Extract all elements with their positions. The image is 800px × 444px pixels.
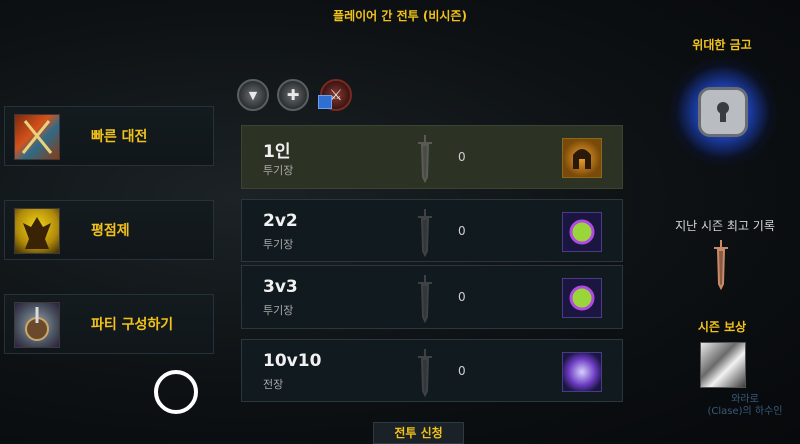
quick-match-label: 빠른 대전 [91,129,148,145]
reward-caption-line2: (Clase)의 하수인 [707,406,783,417]
bracket-type: 투기장 [263,238,294,251]
last-season-title: 지난 시즌 최고 기록 [675,219,775,233]
great-vault-title: 위대한 금고 [692,38,752,52]
bracket-type: 투기장 [263,304,294,317]
great-vault-button[interactable] [668,57,778,167]
loading-ring-icon [154,370,198,414]
healer-role-icon: ✚ [286,86,300,104]
bracket-count: 0 [458,363,466,378]
form-party-label: 파티 구성하기 [91,317,174,333]
rank-orb-icon [562,212,602,252]
champion-warrior-icon [14,208,60,254]
season-reward-mount-icon[interactable] [700,342,746,388]
bracket-row-10v10[interactable]: 10v10 전장 0 [241,339,623,402]
rated-button[interactable]: 평점제 [4,200,214,260]
vault-lock-icon [698,87,748,137]
damage-role-checkbox[interactable] [318,95,332,109]
sword-icon [418,275,432,323]
sword-icon [418,209,432,257]
quick-match-button[interactable]: 빠른 대전 [4,106,214,166]
bracket-row-solo[interactable]: 1인 투기장 0 [241,125,623,189]
bracket-type: 투기장 [263,164,294,177]
page-title: 플레이어 간 전투 (비시즌) [333,9,467,23]
bracket-count: 0 [458,290,466,304]
rank-orb-icon [562,278,602,318]
crossed-swords-banner-icon [14,114,60,160]
bracket-count: 0 [458,223,466,238]
sword-icon [418,349,432,397]
bracket-row-3v3[interactable]: 3v3 투기장 0 [241,265,623,329]
season-reward-caption: 와라로 (Clase)의 하수인 [690,394,800,418]
reward-caption-line1: 와라로 [731,394,759,405]
party-armor-icon [14,302,60,348]
bracket-row-2v2[interactable]: 2v2 투기장 0 [241,199,623,262]
bracket-name: 1인 [263,142,291,162]
sword-icon [418,135,432,183]
rated-label: 평점제 [91,223,130,239]
healer-role-filter[interactable]: ✚ [277,79,309,111]
last-season-sword-icon [714,240,728,290]
tank-role-icon: ▼ [248,88,258,102]
season-reward-title: 시즌 보상 [697,320,747,334]
bracket-name: 2v2 [263,211,298,231]
bracket-count: 0 [458,150,466,164]
gladiator-helmet-icon [562,138,602,178]
tank-role-filter[interactable]: ▼ [237,79,269,111]
bracket-name: 10v10 [263,351,322,371]
bracket-name: 3v3 [263,277,298,297]
bracket-type: 전장 [263,378,284,391]
form-party-button[interactable]: 파티 구성하기 [4,294,214,354]
battleground-orb-icon [562,352,602,392]
